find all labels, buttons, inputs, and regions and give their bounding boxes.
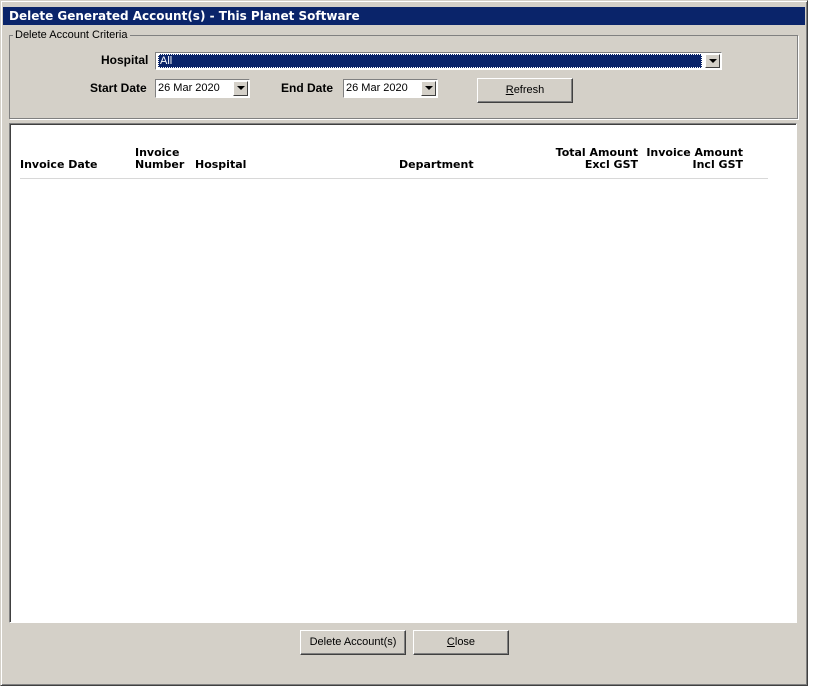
column-invoice-number[interactable]: Invoice Number <box>135 147 184 171</box>
column-invoice-amount-line2: Incl GST <box>692 158 744 171</box>
end-date-dropdown-arrow-icon[interactable] <box>421 81 436 96</box>
hospital-dropdown[interactable]: All <box>155 52 722 70</box>
start-date-value: 26 Mar 2020 <box>158 82 220 94</box>
delete-accounts-window: Delete Generated Account(s) - This Plane… <box>0 0 808 686</box>
column-total-amount-line2: Excl GST <box>584 158 638 171</box>
hospital-selected-value: All <box>158 54 702 68</box>
refresh-accelerator: R <box>505 84 514 96</box>
end-date-picker[interactable]: 26 Mar 2020 <box>343 79 438 98</box>
close-accelerator: C <box>446 636 455 648</box>
start-date-picker[interactable]: 26 Mar 2020 <box>155 79 250 98</box>
close-button[interactable]: Close <box>413 630 509 655</box>
close-label: lose <box>454 636 476 648</box>
refresh-label: efresh <box>513 84 545 96</box>
hospital-label: Hospital <box>101 53 149 67</box>
column-invoice-number-line2: Number <box>135 158 185 171</box>
start-date-dropdown-arrow-icon[interactable] <box>233 81 248 96</box>
hospital-dropdown-arrow-icon[interactable] <box>705 54 720 68</box>
window-title: Delete Generated Account(s) - This Plane… <box>3 7 805 25</box>
start-date-label: Start Date <box>90 81 147 95</box>
criteria-group-label: Delete Account Criteria <box>13 28 130 42</box>
accounts-list[interactable]: Invoice Date Invoice Number Hospital Dep… <box>9 123 797 623</box>
refresh-button[interactable]: Refresh <box>477 78 573 103</box>
column-invoice-amount[interactable]: Invoice Amount Incl GST <box>642 147 743 171</box>
column-hospital[interactable]: Hospital <box>195 159 246 171</box>
delete-accounts-button[interactable]: Delete Account(s) <box>300 630 406 655</box>
column-department[interactable]: Department <box>399 159 474 171</box>
end-date-label: End Date <box>281 81 334 95</box>
column-invoice-date[interactable]: Invoice Date <box>20 159 98 171</box>
criteria-groupbox <box>9 35 798 119</box>
end-date-value: 26 Mar 2020 <box>346 82 408 94</box>
column-total-amount[interactable]: Total Amount Excl GST <box>538 147 638 171</box>
header-divider <box>20 178 768 179</box>
